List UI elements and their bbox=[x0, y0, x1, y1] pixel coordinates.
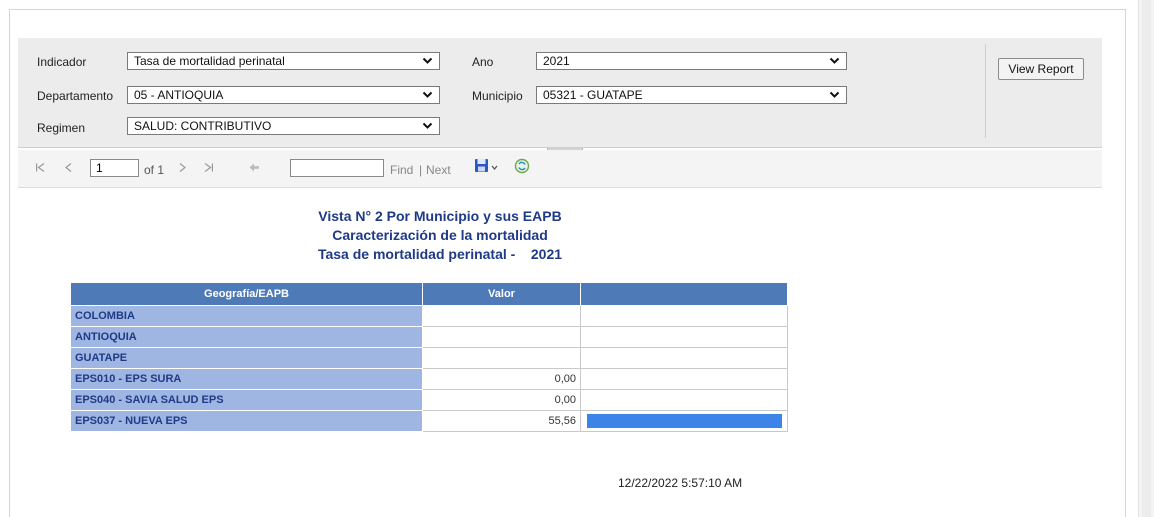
column-header-valor: Valor bbox=[422, 282, 581, 306]
ano-select[interactable]: 2021 bbox=[536, 52, 847, 70]
first-page-icon[interactable] bbox=[35, 162, 46, 173]
bar-cell bbox=[580, 347, 788, 369]
geo-cell: EPS010 - EPS SURA bbox=[70, 368, 423, 390]
geo-cell: EPS037 - NUEVA EPS bbox=[70, 410, 423, 432]
chevron-down-icon bbox=[422, 122, 433, 129]
bar-cell bbox=[580, 326, 788, 348]
ano-select-value: 2021 bbox=[543, 54, 570, 68]
mortality-table: Geografía/EAPB Valor COLOMBIA ANTIOQUIA … bbox=[70, 282, 788, 432]
report-title-line-1: Vista N° 2 Por Municipio y sus EAPB bbox=[318, 208, 562, 224]
find-text-input[interactable] bbox=[290, 159, 384, 177]
municipio-select-value: 05321 - GUATAPE bbox=[543, 88, 643, 102]
bar-cell bbox=[580, 368, 788, 390]
bar-cell bbox=[580, 410, 788, 432]
page-count-label: of 1 bbox=[144, 163, 165, 177]
geo-cell: GUATAPE bbox=[70, 347, 423, 369]
ano-label: Ano bbox=[472, 55, 494, 69]
departamento-select[interactable]: 05 - ANTIOQUIA bbox=[127, 86, 440, 104]
valor-cell bbox=[422, 347, 581, 369]
next-page-icon[interactable] bbox=[178, 162, 187, 173]
valor-cell: 0,00 bbox=[422, 368, 581, 390]
current-page-input[interactable]: 1 bbox=[90, 159, 139, 177]
previous-page-icon[interactable] bbox=[64, 162, 73, 173]
vertical-scrollbar[interactable] bbox=[1138, 0, 1154, 517]
valor-cell bbox=[422, 326, 581, 348]
bar-cell bbox=[580, 389, 788, 411]
table-row: EPS037 - NUEVA EPS 55,56 bbox=[70, 410, 788, 432]
table-row: COLOMBIA bbox=[70, 305, 788, 327]
column-header-geo: Geografía/EAPB bbox=[70, 282, 423, 306]
chevron-down-icon bbox=[829, 91, 840, 98]
find-link[interactable]: Find bbox=[390, 163, 413, 177]
valor-cell: 55,56 bbox=[422, 410, 581, 432]
column-header-bar bbox=[580, 282, 788, 306]
last-page-icon[interactable] bbox=[203, 162, 214, 173]
indicador-select[interactable]: Tasa de mortalidad perinatal bbox=[127, 52, 440, 70]
departamento-select-value: 05 - ANTIOQUIA bbox=[134, 88, 224, 102]
view-report-divider bbox=[985, 44, 986, 138]
table-row: ANTIOQUIA bbox=[70, 326, 788, 348]
report-title-line-3: Tasa de mortalidad perinatal - 2021 bbox=[317, 246, 563, 262]
find-next-link[interactable]: Next bbox=[426, 163, 451, 177]
back-to-parent-icon[interactable] bbox=[248, 162, 260, 173]
chevron-down-icon bbox=[422, 91, 433, 98]
bar-cell bbox=[580, 305, 788, 327]
table-row: GUATAPE bbox=[70, 347, 788, 369]
table-row: EPS010 - EPS SURA 0,00 bbox=[70, 368, 788, 390]
regimen-select[interactable]: SALUD: CONTRIBUTIVO bbox=[127, 117, 440, 135]
report-title-line-2: Caracterización de la mortalidad bbox=[332, 227, 548, 243]
value-bar bbox=[587, 414, 782, 428]
valor-cell bbox=[422, 305, 581, 327]
regimen-label: Regimen bbox=[37, 121, 86, 135]
chevron-down-icon bbox=[422, 57, 433, 64]
municipio-select[interactable]: 05321 - GUATAPE bbox=[536, 86, 847, 104]
table-header-row: Geografía/EAPB Valor bbox=[70, 282, 788, 306]
view-report-button[interactable]: View Report bbox=[998, 58, 1084, 80]
departamento-label: Departamento bbox=[37, 89, 114, 103]
indicador-select-value: Tasa de mortalidad perinatal bbox=[134, 54, 285, 68]
chevron-down-icon bbox=[829, 57, 840, 64]
regimen-select-value: SALUD: CONTRIBUTIVO bbox=[134, 119, 272, 133]
scrollbar-thumb[interactable] bbox=[1142, 0, 1151, 517]
export-save-icon[interactable] bbox=[474, 158, 500, 174]
municipio-label: Municipio bbox=[472, 89, 523, 103]
valor-cell: 0,00 bbox=[422, 389, 581, 411]
geo-cell: EPS040 - SAVIA SALUD EPS bbox=[70, 389, 423, 411]
refresh-icon[interactable] bbox=[514, 158, 530, 174]
geo-cell: ANTIOQUIA bbox=[70, 326, 423, 348]
indicador-label: Indicador bbox=[37, 55, 87, 69]
find-separator: | bbox=[419, 163, 423, 177]
geo-cell: COLOMBIA bbox=[70, 305, 423, 327]
table-row: EPS040 - SAVIA SALUD EPS 0,00 bbox=[70, 389, 788, 411]
report-timestamp: 12/22/2022 5:57:10 AM bbox=[618, 476, 743, 490]
